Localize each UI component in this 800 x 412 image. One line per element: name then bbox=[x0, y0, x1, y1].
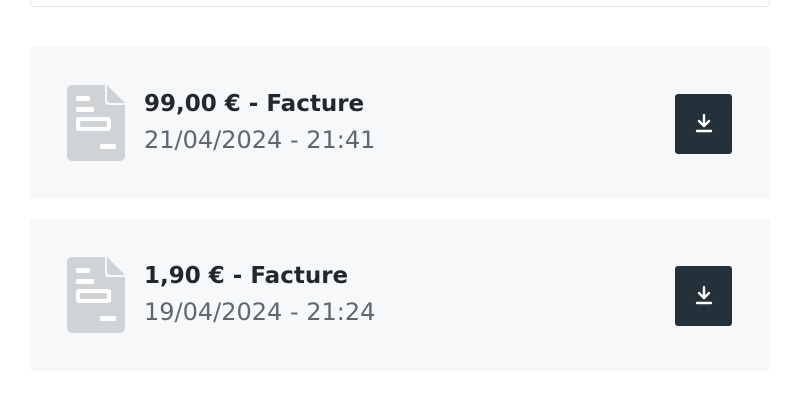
invoice-list-item: 1,90 € - Facture 19/04/2024 - 21:24 bbox=[30, 219, 770, 371]
download-button[interactable] bbox=[675, 266, 732, 326]
invoice-title: 1,90 € - Facture bbox=[144, 263, 349, 289]
document-icon bbox=[67, 85, 125, 161]
invoice-title: 99,00 € - Facture bbox=[144, 91, 365, 117]
invoice-date: 21/04/2024 - 21:41 bbox=[144, 126, 376, 154]
download-button[interactable] bbox=[675, 94, 732, 154]
download-icon bbox=[695, 114, 712, 133]
download-icon bbox=[695, 286, 712, 305]
invoice-list-item: 99,00 € - Facture 21/04/2024 - 21:41 bbox=[30, 47, 770, 199]
previous-card bbox=[30, 0, 770, 7]
document-icon bbox=[67, 257, 125, 333]
invoice-date: 19/04/2024 - 21:24 bbox=[144, 298, 376, 326]
